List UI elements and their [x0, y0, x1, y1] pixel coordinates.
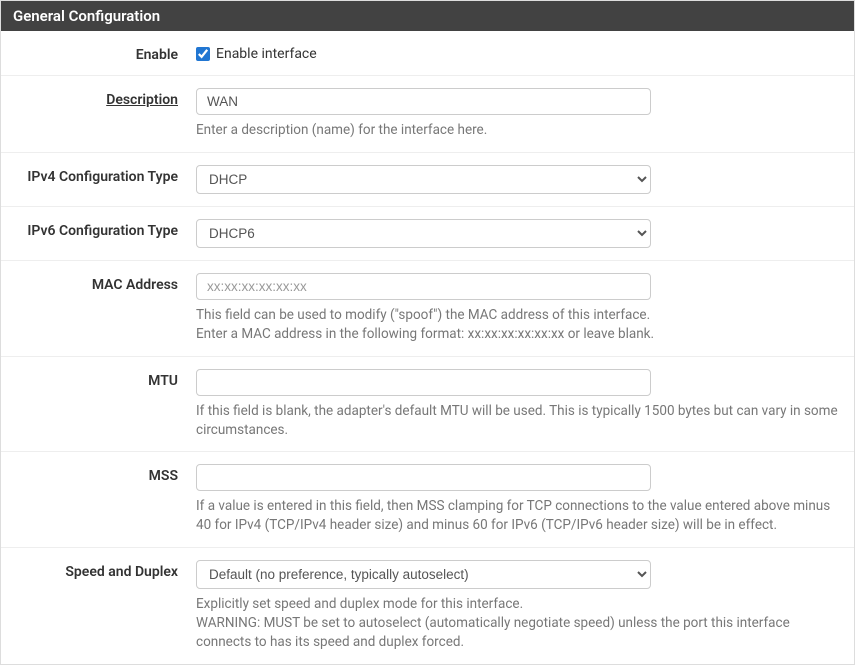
label-ipv4: IPv4 Configuration Type — [1, 165, 196, 185]
row-ipv4: IPv4 Configuration Type DHCP — [1, 153, 854, 207]
row-enable: Enable Enable interface — [1, 31, 854, 76]
label-description: Description — [1, 88, 196, 108]
description-input[interactable] — [196, 88, 651, 115]
help-mtu: If this field is blank, the adapter's de… — [196, 402, 842, 440]
panel-title: General Configuration — [1, 1, 854, 31]
label-mtu: MTU — [1, 369, 196, 389]
label-enable: Enable — [1, 43, 196, 63]
row-mss: MSS If a value is entered in this field,… — [1, 452, 854, 548]
general-configuration-panel: General Configuration Enable Enable inte… — [0, 0, 855, 665]
label-mac: MAC Address — [1, 273, 196, 293]
mtu-input[interactable] — [196, 369, 651, 396]
label-mss: MSS — [1, 464, 196, 484]
row-description: Description Enter a description (name) f… — [1, 76, 854, 153]
enable-checkbox[interactable] — [196, 47, 210, 61]
mac-input[interactable] — [196, 273, 651, 300]
row-mtu: MTU If this field is blank, the adapter'… — [1, 357, 854, 453]
label-ipv6: IPv6 Configuration Type — [1, 219, 196, 239]
speed-select[interactable]: Default (no preference, typically autose… — [196, 560, 651, 589]
help-mss: If a value is entered in this field, the… — [196, 497, 842, 535]
help-speed: Explicitly set speed and duplex mode for… — [196, 595, 842, 652]
ipv6-select[interactable]: DHCP6 — [196, 219, 651, 248]
ipv4-select[interactable]: DHCP — [196, 165, 651, 194]
row-speed: Speed and Duplex Default (no preference,… — [1, 548, 854, 664]
help-description: Enter a description (name) for the inter… — [196, 121, 842, 140]
mss-input[interactable] — [196, 464, 651, 491]
label-speed: Speed and Duplex — [1, 560, 196, 580]
help-mac: This field can be used to modify ("spoof… — [196, 306, 842, 344]
row-mac: MAC Address This field can be used to mo… — [1, 261, 854, 357]
row-ipv6: IPv6 Configuration Type DHCP6 — [1, 207, 854, 261]
enable-checkbox-label: Enable interface — [216, 46, 317, 62]
